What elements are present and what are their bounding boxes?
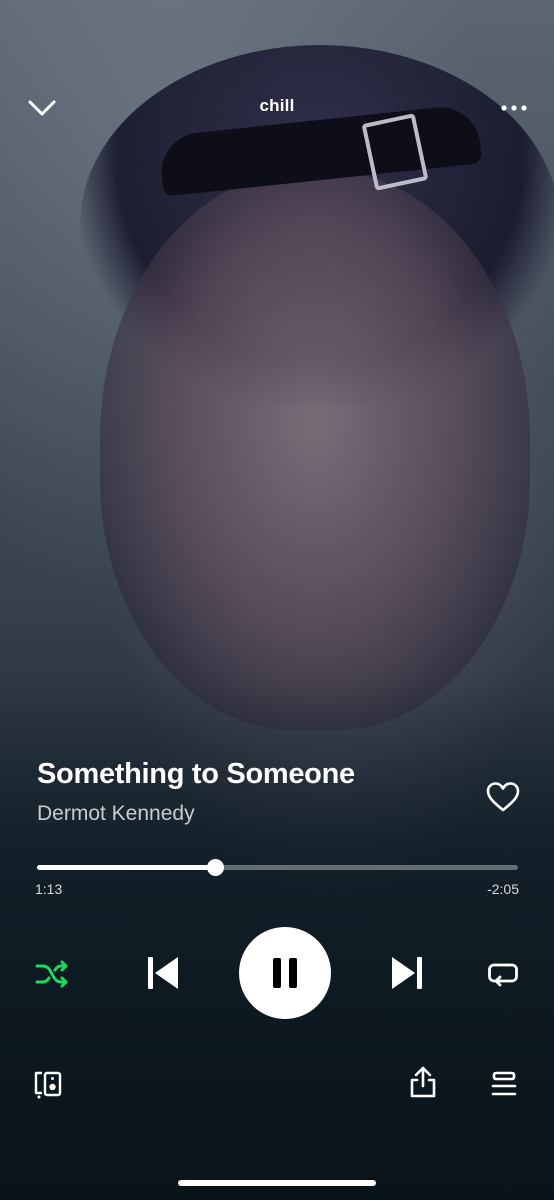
progress-bar[interactable] (37, 859, 518, 876)
next-track-button[interactable] (384, 950, 430, 996)
home-indicator (178, 1180, 376, 1186)
progress-fill (37, 865, 215, 870)
album-art-background (0, 0, 554, 1200)
player-header: chill (0, 84, 554, 132)
playlist-title: chill (259, 96, 295, 115)
like-button[interactable] (482, 776, 524, 818)
elapsed-time: 1:13 (35, 881, 63, 897)
track-title: Something to Someone (37, 758, 355, 790)
connect-devices-button[interactable] (30, 1064, 66, 1104)
shuffle-button[interactable] (30, 954, 74, 994)
more-horizontal-icon (501, 105, 527, 111)
repeat-icon (488, 963, 518, 987)
skip-next-icon (392, 957, 422, 989)
heart-outline-icon (486, 782, 520, 812)
share-button[interactable] (405, 1062, 441, 1102)
previous-track-button[interactable] (140, 950, 186, 996)
pause-button[interactable] (239, 927, 331, 1019)
progress-scrubber[interactable] (206, 859, 224, 876)
remaining-time: -2:05 (487, 881, 519, 897)
pause-icon (273, 958, 297, 988)
more-options-button[interactable] (494, 88, 534, 128)
queue-button[interactable] (486, 1064, 522, 1104)
repeat-button[interactable] (482, 954, 524, 994)
track-artist[interactable]: Dermot Kennedy (37, 802, 195, 826)
queue-icon (491, 1071, 517, 1096)
skip-previous-icon (148, 957, 178, 989)
shuffle-icon (35, 960, 68, 988)
share-icon (410, 1066, 436, 1098)
connect-devices-icon (34, 1071, 62, 1099)
